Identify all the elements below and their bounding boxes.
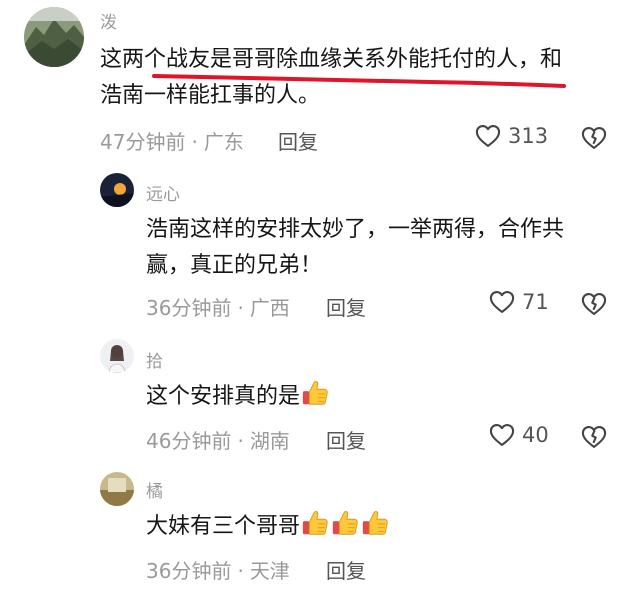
comment-meta: 47分钟前 · 广东 xyxy=(100,130,244,154)
comment-text-line: 大妹有三个哥哥 xyxy=(146,514,301,539)
username[interactable]: 橘 xyxy=(146,477,163,502)
username[interactable]: 泼 xyxy=(100,8,117,33)
thumbs-up-emoji xyxy=(330,508,360,538)
comment-time: 47分钟前 xyxy=(100,130,186,154)
comment-text-line: 浩南一样能扛事的人。 xyxy=(100,83,321,108)
comment-text-line: 这两个战友是哥哥除血缘关系外能托付的人，和 xyxy=(100,47,563,72)
comment-item: 远心 浩南这样的安排太妙了，一举两得，合作共 赢，真正的兄弟！ 36分钟前 · 广西… xyxy=(0,170,640,335)
comment-meta: 36分钟前 · 天津 xyxy=(146,559,290,583)
comment-location: 天津 xyxy=(249,559,290,583)
comment-item: 拾 这个安排真的是 46分钟前 · 湖南 回复 40 xyxy=(0,335,640,465)
avatar[interactable] xyxy=(100,472,134,506)
comment-text: 这个安排真的是 xyxy=(146,378,330,415)
broken-heart-icon[interactable] xyxy=(580,290,608,318)
comment-text-line: 赢，真正的兄弟！ xyxy=(146,253,323,278)
avatar[interactable] xyxy=(24,7,84,67)
comment-text-line: 浩南这样的安排太妙了，一举两得，合作共 xyxy=(146,217,565,242)
like-button[interactable]: 313 xyxy=(474,122,548,150)
like-button[interactable]: 40 xyxy=(488,421,549,449)
reply-button[interactable]: 回复 xyxy=(326,555,366,584)
comment-meta: 36分钟前 · 广西 xyxy=(146,296,290,320)
broken-heart-icon[interactable] xyxy=(580,423,608,451)
avatar[interactable] xyxy=(100,173,134,207)
comment-location: 湖南 xyxy=(249,429,290,453)
username[interactable]: 拾 xyxy=(146,347,163,372)
comment-item: 泼 这两个战友是哥哥除血缘关系外能托付的人，和 浩南一样能扛事的人。 47分钟前… xyxy=(0,0,640,170)
comment-text: 浩南这样的安排太妙了，一举两得，合作共 赢，真正的兄弟！ xyxy=(146,212,564,284)
like-count: 313 xyxy=(508,124,549,148)
broken-heart-icon[interactable] xyxy=(580,124,608,152)
heart-outline-icon xyxy=(474,122,502,150)
thumbs-up-emoji xyxy=(300,508,330,538)
username[interactable]: 远心 xyxy=(146,180,180,205)
comment-time: 36分钟前 xyxy=(146,559,232,583)
comment-location: 广西 xyxy=(249,296,290,320)
like-count: 71 xyxy=(522,290,549,314)
comment-time: 36分钟前 xyxy=(146,296,232,320)
heart-outline-icon xyxy=(488,288,516,316)
comment-location: 广东 xyxy=(203,130,244,154)
like-count: 40 xyxy=(522,423,549,447)
comment-time: 46分钟前 xyxy=(146,429,232,453)
thumbs-up-emoji xyxy=(360,508,390,538)
comment-item: 橘 大妹有三个哥哥 36分钟前 · 天津 回复 xyxy=(0,465,640,600)
comment-text: 大妹有三个哥哥 xyxy=(146,508,390,545)
avatar[interactable] xyxy=(100,339,134,373)
comment-meta: 46分钟前 · 湖南 xyxy=(146,429,290,453)
reply-button[interactable]: 回复 xyxy=(278,126,318,155)
like-button[interactable]: 71 xyxy=(488,288,549,316)
comment-text: 这两个战友是哥哥除血缘关系外能托付的人，和 浩南一样能扛事的人。 xyxy=(100,42,562,114)
reply-button[interactable]: 回复 xyxy=(326,292,366,321)
thumbs-up-emoji xyxy=(300,378,330,408)
comment-text-line: 这个安排真的是 xyxy=(146,384,301,409)
heart-outline-icon xyxy=(488,421,516,449)
reply-button[interactable]: 回复 xyxy=(326,425,366,454)
